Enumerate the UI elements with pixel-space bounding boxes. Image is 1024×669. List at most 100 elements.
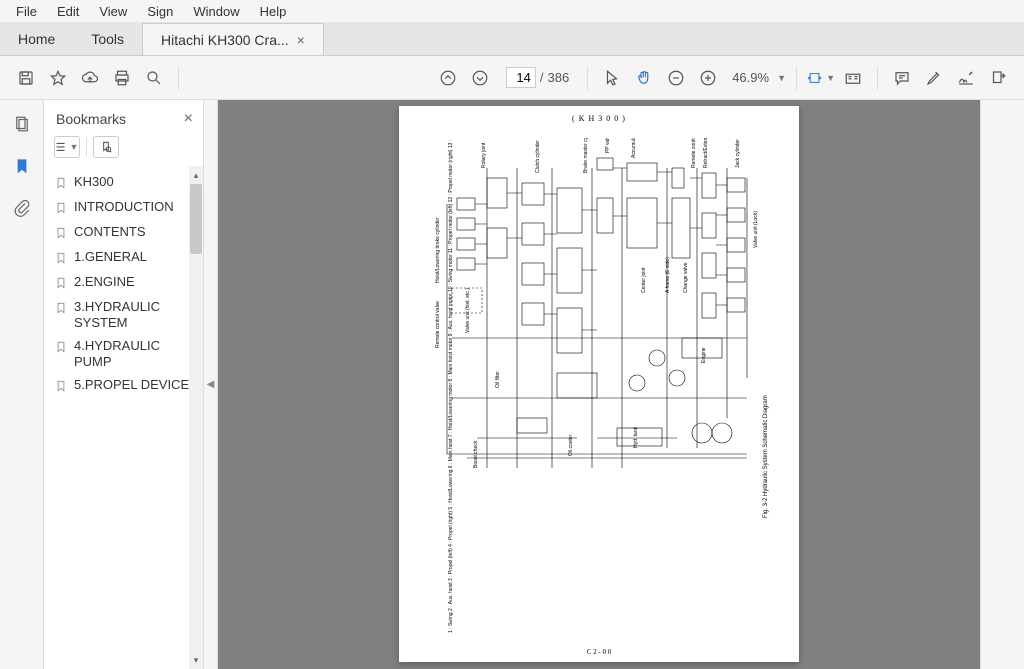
bookmark-item[interactable]: CONTENTS: [52, 220, 199, 245]
zoom-level[interactable]: 46.9% ▼: [732, 70, 786, 85]
svg-text:Boost check: Boost check: [473, 440, 479, 468]
zoom-out-icon[interactable]: [662, 64, 690, 92]
bookmark-item[interactable]: 5.PROPEL DEVICE: [52, 373, 199, 398]
bookmark-item[interactable]: 4.HYDRAULIC PUMP: [52, 334, 199, 373]
svg-text:Clutch cylinder: Clutch cylinder: [535, 140, 541, 173]
bookmark-item[interactable]: 3.HYDRAULIC SYSTEM: [52, 295, 199, 334]
schematic-diagram: Hoist/Lowering brake cylinder Remote con…: [427, 138, 777, 638]
page-footer: C 2 - 0 0: [399, 648, 799, 656]
scroll-thumb[interactable]: [190, 184, 202, 254]
bookmark-list: ▴ ▾ KH300 INTRODUCTION CONTENTS 1.GENERA…: [44, 166, 203, 669]
star-icon[interactable]: [44, 64, 72, 92]
bookmark-item[interactable]: 2.ENGINE: [52, 270, 199, 295]
scrollbar[interactable]: ▴ ▾: [189, 166, 203, 669]
comment-icon[interactable]: [888, 64, 916, 92]
menu-view[interactable]: View: [89, 2, 137, 21]
close-icon[interactable]: ×: [297, 32, 305, 48]
highlight-icon[interactable]: [920, 64, 948, 92]
svg-text:Brake master cylinder: Brake master cylinder: [583, 138, 589, 173]
bookmark-outline-icon: [54, 378, 68, 394]
svg-text:Center joint: Center joint: [641, 267, 647, 293]
panel-tools: ☰▼: [44, 136, 203, 166]
tab-document-label: Hitachi KH300 Cra...: [161, 32, 289, 48]
bookmark-outline-icon: [54, 275, 68, 291]
page-header: ( K H 3 0 0 ): [399, 114, 799, 123]
menubar: File Edit View Sign Window Help: [0, 0, 1024, 22]
svg-text:Valve unit (hist. etc.): Valve unit (hist. etc.): [465, 288, 471, 333]
page-indicator: / 386: [506, 67, 569, 88]
list-options-icon[interactable]: ☰▼: [54, 136, 80, 158]
bookmarks-panel: Bookmarks × ☰▼ ▴ ▾ KH300 INTRODUCTION CO…: [44, 100, 204, 669]
sign-icon[interactable]: [952, 64, 980, 92]
svg-text:A frame (E side): A frame (E side): [665, 257, 671, 293]
print-icon[interactable]: [108, 64, 136, 92]
search-icon[interactable]: [140, 64, 168, 92]
tab-tools[interactable]: Tools: [73, 23, 142, 55]
bookmark-icon[interactable]: [8, 152, 36, 180]
right-rail: [980, 100, 1024, 669]
scroll-up-icon[interactable]: ▴: [190, 168, 202, 182]
menu-window[interactable]: Window: [183, 2, 249, 21]
separator: [877, 66, 878, 90]
svg-text:Jack cylinder: Jack cylinder: [735, 139, 741, 168]
bookmark-label: INTRODUCTION: [74, 199, 174, 215]
panel-header: Bookmarks ×: [44, 100, 203, 136]
attachment-icon[interactable]: [8, 194, 36, 222]
page-down-icon[interactable]: [466, 64, 494, 92]
hand-icon[interactable]: [630, 64, 658, 92]
menu-help[interactable]: Help: [250, 2, 297, 21]
chevron-down-icon: ▼: [777, 73, 786, 83]
svg-text:Hoist/Lowering brake cylinder: Hoist/Lowering brake cylinder: [435, 217, 441, 283]
save-icon[interactable]: [12, 64, 40, 92]
bookmark-label: 3.HYDRAULIC SYSTEM: [74, 299, 197, 330]
tabbar: Home Tools Hitachi KH300 Cra... ×: [0, 22, 1024, 56]
panel-title: Bookmarks: [56, 111, 126, 127]
menu-file[interactable]: File: [6, 2, 47, 21]
document-viewer[interactable]: ( K H 3 0 0 ): [218, 100, 980, 669]
find-bookmark-icon[interactable]: [93, 136, 119, 158]
tab-tools-label: Tools: [91, 31, 124, 47]
svg-text:Rotary joint: Rotary joint: [481, 142, 487, 168]
close-panel-icon[interactable]: ×: [184, 110, 193, 128]
bookmark-label: 4.HYDRAULIC PUMP: [74, 338, 197, 369]
tab-home[interactable]: Home: [0, 23, 73, 55]
tab-document[interactable]: Hitachi KH300 Cra... ×: [142, 23, 324, 55]
zoom-in-icon[interactable]: [694, 64, 722, 92]
bookmark-label: CONTENTS: [74, 224, 146, 240]
current-page-input[interactable]: [506, 67, 536, 88]
bookmark-outline-icon: [54, 339, 68, 355]
chevron-down-icon: ▼: [826, 73, 835, 83]
separator: [587, 66, 588, 90]
cloud-upload-icon[interactable]: [76, 64, 104, 92]
bookmark-outline-icon: [54, 225, 68, 241]
scroll-down-icon[interactable]: ▾: [190, 653, 202, 667]
thumbnails-icon[interactable]: [8, 110, 36, 138]
bookmark-item[interactable]: KH300: [52, 170, 199, 195]
pointer-icon[interactable]: [598, 64, 626, 92]
separator: [86, 138, 87, 156]
page: ( K H 3 0 0 ): [399, 106, 799, 662]
svg-text:Oil filter: Oil filter: [495, 371, 501, 388]
collapse-panel-icon[interactable]: ◀: [204, 100, 218, 669]
toolbar: / 386 46.9% ▼ ▼: [0, 56, 1024, 100]
svg-text:1 : Swing 2 : Aux. hoist 3 :: 1 : Swing 2 : Aux. hoist 3 : Propel (lef…: [448, 138, 454, 633]
page-up-icon[interactable]: [434, 64, 462, 92]
bookmark-item[interactable]: INTRODUCTION: [52, 195, 199, 220]
total-pages: 386: [548, 70, 570, 85]
bookmark-item[interactable]: 1.GENERAL: [52, 245, 199, 270]
svg-text:Accumulator: Accumulator: [631, 138, 637, 158]
svg-text:Engine: Engine: [701, 347, 707, 363]
bookmark-outline-icon: [54, 300, 68, 316]
read-mode-icon[interactable]: [839, 64, 867, 92]
menu-sign[interactable]: Sign: [137, 2, 183, 21]
fit-width-icon[interactable]: ▼: [807, 64, 835, 92]
svg-text:Remote control valve: Remote control valve: [435, 301, 441, 348]
zoom-value: 46.9%: [732, 70, 769, 85]
separator: [178, 66, 179, 90]
separator: [796, 66, 797, 90]
tab-home-label: Home: [18, 31, 55, 47]
menu-edit[interactable]: Edit: [47, 2, 89, 21]
svg-text:Oil cooler: Oil cooler: [568, 435, 574, 456]
svg-text:Change valve: Change valve: [683, 262, 689, 293]
stamp-icon[interactable]: [984, 64, 1012, 92]
